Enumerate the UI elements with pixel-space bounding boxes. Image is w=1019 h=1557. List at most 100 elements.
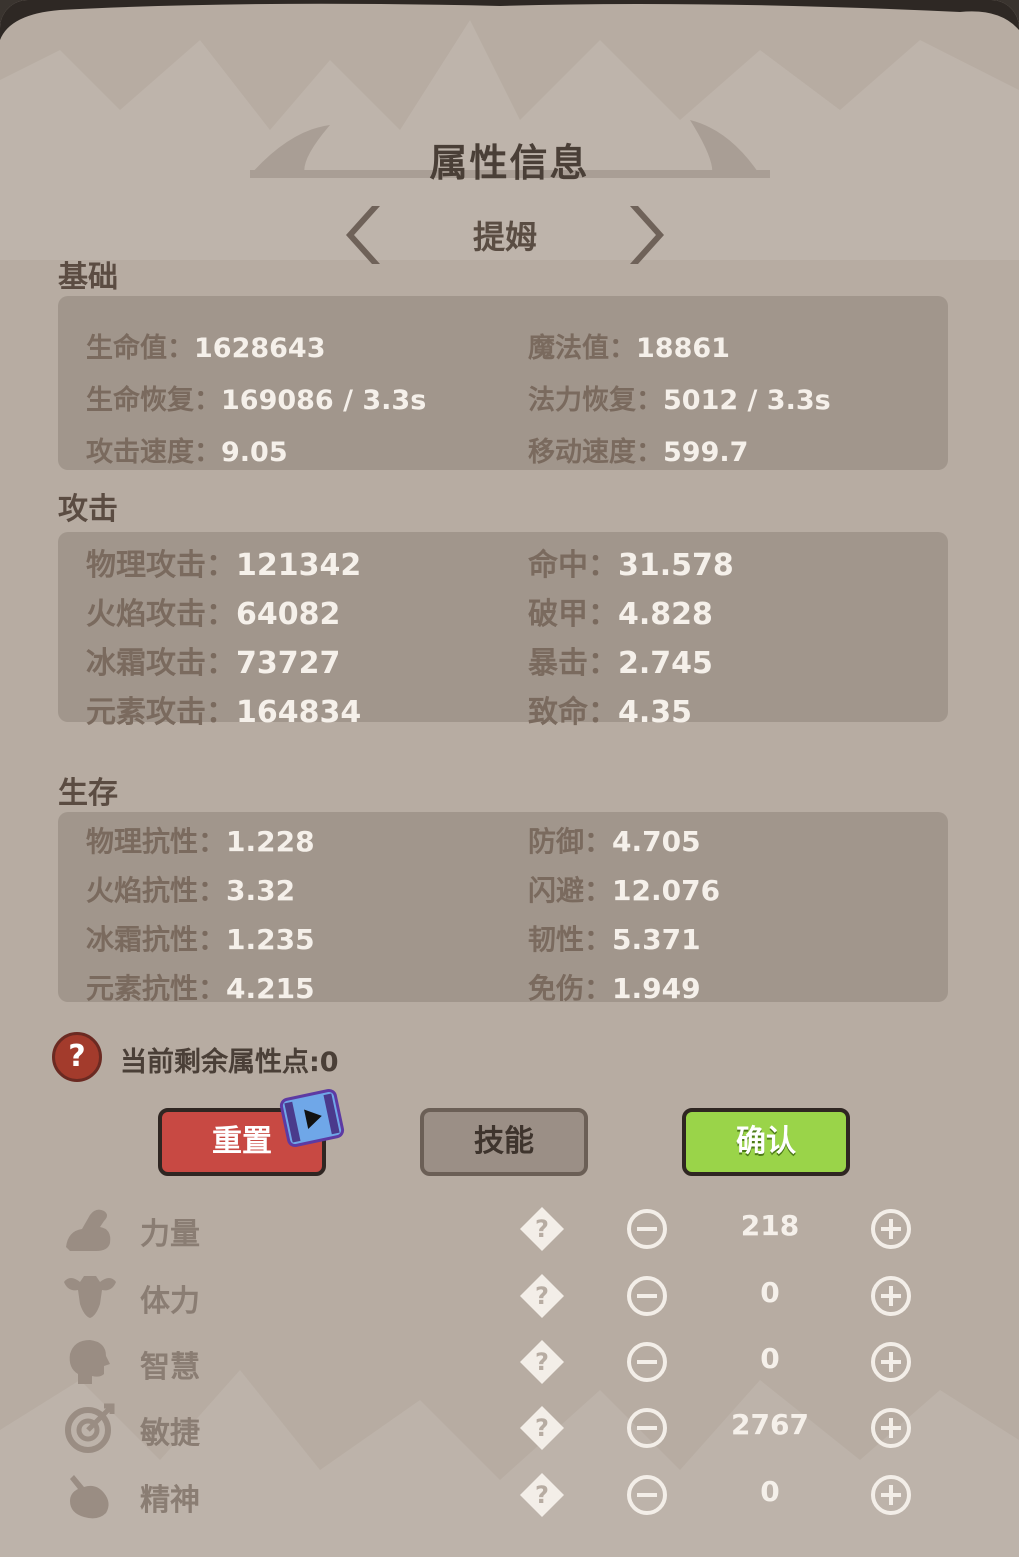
stat-key: 免伤： (528, 972, 613, 1005)
help-diamond-icon[interactable]: ? (518, 1471, 566, 1519)
svg-text:?: ? (535, 1215, 549, 1243)
stat-value: 599.7 (663, 437, 749, 468)
section-label-attack: 攻击 (58, 492, 118, 527)
confirm-button[interactable]: 确认 (682, 1108, 850, 1176)
chevron-right-icon[interactable] (620, 200, 670, 270)
stat-hp-regen: 生命恢复：169086 / 3.3s (86, 378, 426, 417)
stat-key: 命中： (528, 548, 618, 583)
stat-physical-attack: 物理攻击：121342 (86, 540, 361, 584)
target-icon (65, 1403, 115, 1453)
stat-key: 物理攻击： (86, 548, 236, 583)
section-label-survival: 生存 (58, 776, 118, 811)
help-diamond-icon[interactable]: ? (518, 1205, 566, 1253)
attribute-name: 智慧 (140, 1350, 200, 1385)
stat-key: 防御： (528, 825, 613, 858)
stat-key: 元素抗性： (86, 972, 227, 1005)
svg-text:?: ? (535, 1282, 549, 1310)
stat-value: 169086 / 3.3s (221, 385, 427, 416)
basic-stats-box: 生命值：1628643 魔法值：18861 生命恢复：169086 / 3.3s… (58, 296, 948, 470)
stat-key: 暴击： (528, 646, 618, 681)
stat-toughness: 韧性：5.371 (528, 918, 701, 958)
attribute-value: 0 (760, 1475, 780, 1508)
spirit-icon (70, 1475, 109, 1519)
stat-move-speed: 移动速度：599.7 (528, 430, 748, 469)
stat-key: 闪避： (528, 874, 613, 907)
hero-name: 提姆 (472, 218, 537, 256)
svg-text:?: ? (535, 1348, 549, 1376)
attribute-row-stamina: 体力 ? 0 (60, 1266, 960, 1326)
stat-key: 魔法值： (528, 333, 636, 364)
attribute-value: 2767 (731, 1408, 809, 1441)
torso-icon (64, 1276, 116, 1318)
arm-icon (66, 1209, 111, 1251)
page-title: 属性信息 (429, 141, 590, 185)
attribute-value: 0 (760, 1276, 780, 1309)
stat-fire-attack: 火焰攻击：64082 (86, 589, 340, 633)
stat-crit: 暴击：2.745 (528, 638, 713, 682)
plus-icon[interactable] (870, 1275, 912, 1317)
stat-value: 1.228 (226, 825, 315, 858)
minus-icon[interactable] (626, 1474, 668, 1516)
stat-value: 5.371 (612, 923, 701, 956)
attribute-name: 体力 (140, 1284, 200, 1319)
video-ad-icon (278, 1087, 346, 1149)
stat-key: 火焰攻击： (86, 597, 236, 632)
stat-value: 2.745 (618, 646, 713, 681)
stat-value: 4.215 (226, 972, 315, 1005)
attribute-row-strength: 力量 ? 218 (60, 1199, 960, 1259)
help-diamond-icon[interactable]: ? (518, 1338, 566, 1386)
stat-key: 生命值： (86, 333, 194, 364)
minus-icon[interactable] (626, 1275, 668, 1317)
attribute-panel: 属性信息 提姆 基础 生命值：1628643 魔法值：18861 生命恢复：16… (0, 0, 1019, 1557)
stat-element-attack: 元素攻击：164834 (86, 687, 361, 731)
svg-text:?: ? (535, 1414, 549, 1442)
hero-selector: 提姆 (340, 200, 670, 270)
stat-key: 冰霜攻击： (86, 646, 236, 681)
remaining-points-text: 当前剩余属性点:0 (120, 1047, 339, 1078)
stat-value: 5012 / 3.3s (663, 385, 831, 416)
skill-button[interactable]: 技能 (420, 1108, 588, 1176)
help-diamond-icon[interactable]: ? (518, 1404, 566, 1452)
attribute-value: 218 (740, 1209, 800, 1242)
stat-attack-speed: 攻击速度：9.05 (86, 430, 288, 469)
minus-icon[interactable] (626, 1208, 668, 1250)
stat-key: 冰霜抗性： (86, 923, 227, 956)
help-icon[interactable]: ? (52, 1032, 102, 1082)
stat-key: 元素攻击： (86, 695, 236, 730)
chevron-left-icon[interactable] (340, 200, 390, 270)
stat-value: 1.949 (612, 972, 701, 1005)
stat-value: 4.828 (618, 597, 713, 632)
stat-value: 31.578 (618, 548, 734, 583)
head-icon (69, 1340, 110, 1384)
survival-stats-box: 物理抗性：1.228 防御：4.705 火焰抗性：3.32 闪避：12.076 … (58, 812, 948, 1005)
stat-key: 攻击速度： (86, 437, 221, 468)
stat-value: 4.705 (612, 825, 701, 858)
attack-stats-box: 物理攻击：121342 命中：31.578 火焰攻击：64082 破甲：4.82… (58, 532, 948, 730)
attribute-name: 力量 (140, 1217, 200, 1252)
stat-value: 4.35 (618, 695, 693, 730)
plus-icon[interactable] (870, 1208, 912, 1250)
stat-frost-resist: 冰霜抗性：1.235 (86, 918, 315, 958)
svg-text:?: ? (535, 1481, 549, 1509)
attribute-name: 精神 (140, 1483, 200, 1518)
help-diamond-icon[interactable]: ? (518, 1272, 566, 1320)
attribute-row-wisdom: 智慧 ? 0 (60, 1332, 960, 1392)
stat-value: 164834 (236, 695, 362, 730)
section-label-basic: 基础 (58, 260, 118, 295)
stat-key: 生命恢复： (86, 385, 221, 416)
plus-icon[interactable] (870, 1474, 912, 1516)
stat-defense: 防御：4.705 (528, 820, 701, 860)
minus-icon[interactable] (626, 1341, 668, 1383)
stat-mp-regen: 法力恢复：5012 / 3.3s (528, 378, 831, 417)
stat-key: 破甲： (528, 597, 618, 632)
stat-hp: 生命值：1628643 (86, 326, 326, 365)
stat-element-resist: 元素抗性：4.215 (86, 967, 315, 1007)
stat-armor-break: 破甲：4.828 (528, 589, 713, 633)
stat-value: 121342 (236, 548, 362, 583)
minus-icon[interactable] (626, 1407, 668, 1449)
stat-key: 致命： (528, 695, 618, 730)
plus-icon[interactable] (870, 1341, 912, 1383)
stat-key: 韧性： (528, 923, 613, 956)
stat-fire-resist: 火焰抗性：3.32 (86, 869, 295, 909)
plus-icon[interactable] (870, 1407, 912, 1449)
